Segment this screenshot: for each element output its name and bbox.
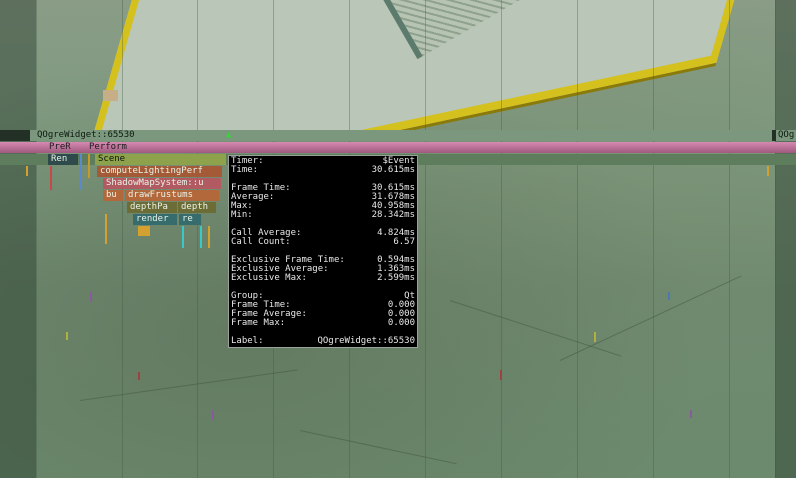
block-depth-pa[interactable]: depthPa	[127, 202, 177, 213]
profiler-title-strip: QOgreWidget::65530 QOg ▲	[0, 130, 796, 141]
time-value: 30.615ms	[371, 165, 415, 175]
grid-line	[729, 0, 730, 478]
profile-tick	[182, 226, 184, 248]
grid-line	[36, 0, 37, 478]
block-perform[interactable]: Perform	[86, 142, 146, 153]
profiler-tooltip: Timer: $Event Time: 30.615ms Frame Time: 30…	[228, 155, 418, 348]
group-frame-max-label: Frame Max:	[231, 318, 286, 328]
block-bu[interactable]: bu	[103, 190, 123, 201]
slab-area	[0, 0, 796, 130]
block-ren[interactable]: Ren	[48, 154, 78, 165]
profile-tick	[50, 166, 52, 190]
label-value: QOgreWidget::65530	[317, 336, 415, 346]
marker-tick	[500, 370, 502, 380]
grid-line	[425, 0, 426, 478]
marker-tick	[594, 332, 596, 342]
profile-tick	[208, 226, 210, 248]
widget-label: QOgreWidget::65530	[37, 130, 135, 140]
arrow-up-icon: ▲	[226, 130, 232, 140]
tooltip-row: Label: QOgreWidget::65530	[231, 337, 415, 346]
profile-tick	[138, 226, 150, 236]
grid-line	[775, 0, 776, 478]
grid-line	[653, 0, 654, 478]
block-compute-lighting[interactable]: computeLightingPerf	[97, 166, 222, 177]
call-count-label: Call Count:	[231, 237, 291, 247]
marker-tick	[138, 372, 140, 380]
min-label: Min:	[231, 210, 253, 220]
label-label: Label:	[231, 336, 264, 346]
time-label: Time:	[231, 165, 259, 175]
block-shadow-map[interactable]: ShadowMapSystem::u	[103, 178, 221, 189]
tooltip-row: Exclusive Max: 2.599ms	[231, 274, 415, 283]
profile-tick	[26, 166, 28, 176]
block-prer[interactable]: PreR	[46, 142, 84, 153]
tooltip-row: Call Count: 6.57	[231, 238, 415, 247]
grid-line	[577, 0, 578, 478]
marker-tick	[668, 292, 670, 300]
excl-max-value: 2.599ms	[377, 273, 415, 283]
marker-tick	[66, 332, 68, 340]
tooltip-row: Time: 30.615ms	[231, 166, 415, 175]
block-scene[interactable]: Scene	[95, 154, 226, 165]
profile-tick	[200, 226, 202, 248]
left-shade	[0, 0, 36, 478]
block-re[interactable]: re	[179, 214, 201, 225]
marker-tick	[90, 292, 92, 302]
call-count-value: 6.57	[393, 237, 415, 247]
tooltip-row: Frame Max: 0.000	[231, 319, 415, 328]
block-depth[interactable]: depth	[178, 202, 216, 213]
right-shade	[775, 0, 796, 478]
marker-tick	[212, 410, 214, 420]
strip-marker	[0, 130, 30, 141]
block-draw-frustums[interactable]: drawFrustums	[125, 190, 219, 201]
grid-line	[501, 0, 502, 478]
profile-tick	[80, 154, 82, 190]
marker-tick	[690, 410, 692, 418]
profile-tick	[105, 214, 107, 244]
group-frame-max-value: 0.000	[387, 318, 415, 328]
small-crate	[103, 90, 118, 101]
min-value: 28.342ms	[371, 210, 415, 220]
grid-line	[122, 0, 123, 478]
grid-line	[197, 0, 198, 478]
profile-tick	[767, 166, 769, 176]
profile-tick	[88, 154, 90, 178]
block-render[interactable]: render	[133, 214, 177, 225]
excl-max-label: Exclusive Max:	[231, 273, 307, 283]
tooltip-row: Min: 28.342ms	[231, 211, 415, 220]
widget-label-right: QOg	[778, 130, 795, 140]
strip-marker	[772, 130, 776, 141]
